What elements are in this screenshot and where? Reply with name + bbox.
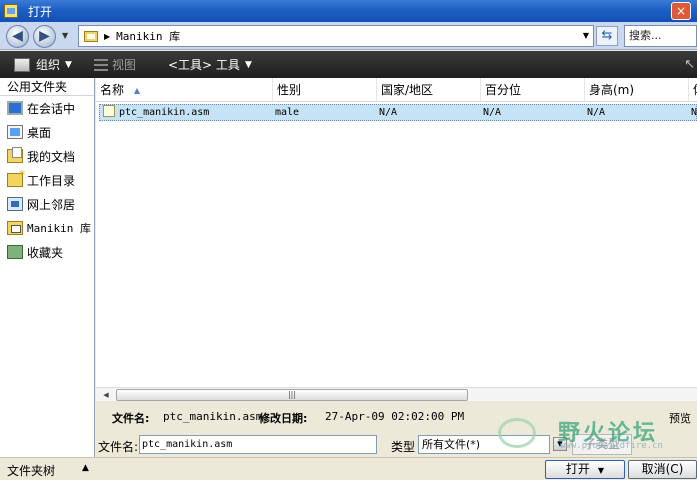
file-name-text: ptc_manikin.asm [119, 107, 210, 118]
subtype-button[interactable]: 子类型 [572, 434, 632, 455]
type-label: 类型 [391, 440, 416, 454]
address-box[interactable]: ▶ Manikin 库 ▼ [78, 25, 594, 47]
column-header-region[interactable]: 国家/地区 [376, 78, 480, 102]
folder-tree-toggle[interactable]: 文件夹树 [7, 462, 55, 479]
details-modified-label: 修改日期: [259, 412, 308, 425]
details-filename-label: 文件名: [112, 412, 150, 425]
title-bar: 打开 × [0, 0, 697, 22]
tools-button[interactable]: <工具> 工具 ▼ [168, 51, 252, 78]
scroll-left-icon[interactable]: ◀ [99, 389, 113, 401]
cancel-button[interactable]: 取消(C) [628, 460, 697, 479]
file-controls: 文件名: ptc_manikin.asm 类型 所有文件(*) ▼ 子类型 [96, 431, 697, 457]
monitor-icon [7, 101, 23, 115]
sidebar-item-label: 工作目录 [27, 173, 76, 188]
sidebar-item-label: 网上邻居 [27, 197, 76, 212]
chevron-down-icon: ▼ [65, 59, 72, 70]
window-title: 打开 [28, 4, 53, 19]
history-dropdown-icon[interactable]: ▼ [62, 31, 68, 40]
sort-ascending-icon: ▲ [133, 85, 140, 95]
address-bar: ◀ ▶ ▼ ▶ Manikin 库 ▼ ⇆ 搜索... [0, 22, 697, 50]
preview-label[interactable]: 预览 [669, 410, 691, 426]
sidebar-item-my-documents[interactable]: 我的文档 [0, 144, 94, 168]
assembly-file-icon [103, 105, 115, 117]
status-bar: 文件夹树 ▲ 打开 ▼ 取消(C) [0, 457, 697, 480]
table-row[interactable]: ptc_manikin.asm male N/A N/A N/A N [99, 104, 697, 121]
address-path: Manikin 库 [116, 30, 181, 43]
search-input[interactable]: 搜索... [624, 25, 697, 47]
sidebar: 公用文件夹 在会话中 桌面 我的文档 工作目录 网上邻居 Manikin 库 收… [0, 78, 95, 457]
cell-region: N/A [379, 107, 398, 118]
view-button[interactable]: 视图 [94, 51, 136, 78]
breadcrumb-arrow-icon[interactable]: ▶ [104, 32, 110, 41]
forward-button[interactable]: ▶ [33, 25, 56, 48]
sidebar-item-desktop[interactable]: 桌面 [0, 120, 94, 144]
type-select[interactable]: 所有文件(*) [418, 435, 550, 454]
organize-icon [14, 57, 30, 72]
open-button[interactable]: 打开 ▼ [545, 460, 625, 479]
back-button[interactable]: ◀ [6, 25, 29, 48]
desktop-icon [7, 125, 23, 139]
chevron-down-icon: ▼ [597, 466, 605, 475]
view-icon [94, 58, 108, 71]
column-header-height[interactable]: 身高(m) [584, 78, 688, 102]
details-filename-value: ptc_manikin.asm [163, 410, 263, 423]
library-folder-icon [84, 30, 98, 42]
chevron-down-icon[interactable]: ▼ [553, 437, 567, 451]
sidebar-item-label: Manikin 库 [27, 222, 91, 235]
cell-height: N/A [587, 107, 606, 118]
file-list: 名称 ▲ 性别 国家/地区 百分位 身高(m) 体 ptc_manikin.as… [96, 78, 697, 387]
tools-label: <工具> 工具 [168, 58, 240, 72]
column-header-gender[interactable]: 性别 [272, 78, 376, 102]
view-label: 视图 [112, 58, 137, 72]
window-icon [4, 4, 18, 18]
network-icon [7, 197, 23, 211]
sidebar-item-working-directory[interactable]: 工作目录 [0, 168, 94, 192]
sidebar-item-network[interactable]: 网上邻居 [0, 192, 94, 216]
file-list-header: 名称 ▲ 性别 国家/地区 百分位 身高(m) 体 [96, 78, 697, 102]
filename-input[interactable]: ptc_manikin.asm [139, 435, 377, 454]
open-button-label: 打开 [565, 462, 590, 476]
cell-name: ptc_manikin.asm [103, 105, 209, 120]
refresh-button[interactable]: ⇆ [596, 26, 618, 46]
documents-icon [7, 147, 23, 163]
organize-label: 组织 [36, 58, 61, 72]
column-header-name[interactable]: 名称 ▲ [96, 78, 272, 102]
chevron-down-icon: ▼ [244, 59, 252, 70]
toolbar: 组织 ▼ 视图 <工具> 工具 ▼ ↖ [0, 51, 697, 78]
address-dropdown-icon[interactable]: ▼ [583, 31, 589, 40]
filename-label: 文件名: [98, 440, 139, 454]
details-modified-value: 27-Apr-09 02:02:00 PM [325, 410, 465, 423]
cell-percentile: N/A [483, 107, 502, 118]
horizontal-scrollbar[interactable]: ◀ ||| [96, 387, 697, 401]
details-pane: 文件名: ptc_manikin.asm 修改日期: 27-Apr-09 02:… [96, 401, 697, 431]
organize-button[interactable]: 组织 ▼ [14, 51, 72, 78]
cell-extra: N [691, 107, 697, 118]
working-directory-icon [7, 168, 25, 187]
sidebar-item-label: 在会话中 [27, 101, 76, 116]
help-cursor-icon[interactable]: ↖ [684, 57, 695, 72]
sidebar-item-label: 收藏夹 [27, 245, 64, 260]
column-header-extra[interactable]: 体 [688, 78, 697, 102]
library-icon [7, 221, 23, 235]
chevron-up-icon[interactable]: ▲ [82, 463, 89, 473]
favorites-icon [7, 245, 23, 259]
sidebar-item-manikin-library[interactable]: Manikin 库 [0, 216, 94, 240]
sidebar-item-favorites[interactable]: 收藏夹 [0, 240, 94, 264]
column-header-percentile[interactable]: 百分位 [480, 78, 584, 102]
cell-gender: male [275, 107, 300, 118]
column-header-label: 名称 [100, 83, 125, 97]
sidebar-item-in-session[interactable]: 在会话中 [0, 96, 94, 120]
sidebar-item-label: 桌面 [27, 125, 52, 140]
close-icon[interactable]: × [671, 2, 691, 20]
sidebar-header[interactable]: 公用文件夹 [0, 78, 94, 96]
sidebar-item-label: 我的文档 [27, 149, 76, 164]
scrollbar-thumb[interactable]: ||| [116, 389, 468, 401]
